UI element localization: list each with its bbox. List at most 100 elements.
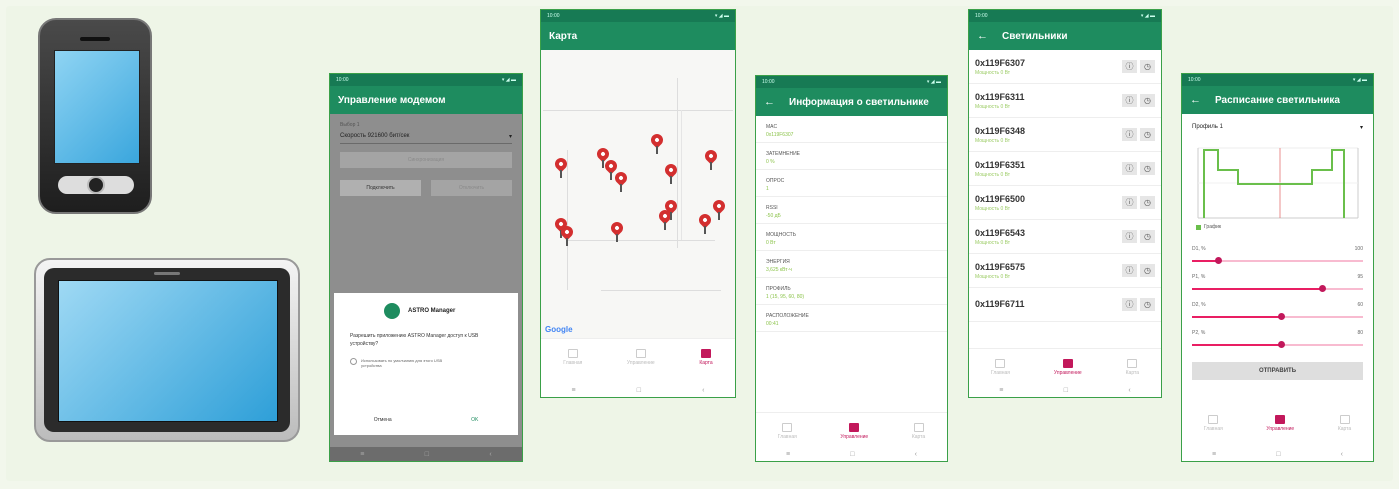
- map-road: [601, 290, 721, 291]
- luminaire-row[interactable]: 0x119F6307 Мощность 0 Вт ⓘ ◷: [969, 50, 1161, 84]
- info-button[interactable]: ⓘ: [1122, 128, 1137, 141]
- schedule-button[interactable]: ◷: [1140, 298, 1155, 311]
- status-bar: 10:00 ▾ ◢ ▬: [756, 76, 947, 88]
- luminaire-row[interactable]: 0x119F6711 ⓘ ◷: [969, 288, 1161, 322]
- map-view[interactable]: Google: [541, 50, 735, 338]
- schedule-button[interactable]: ◷: [1140, 196, 1155, 209]
- default-checkbox[interactable]: [350, 358, 357, 365]
- schedule-line: [1203, 149, 1345, 218]
- nav-map[interactable]: Карта: [1338, 414, 1351, 432]
- slider-fill: [1192, 260, 1218, 262]
- nav-home[interactable]: Главная: [991, 358, 1010, 376]
- speed-select[interactable]: Скорость 921600 бит/сек ▾: [340, 133, 512, 144]
- send-button[interactable]: ОТПРАВИТЬ: [1192, 362, 1363, 380]
- dimming-slider[interactable]: D1, % 100: [1182, 246, 1373, 268]
- phone-speaker: [80, 37, 110, 41]
- nav-home[interactable]: Главная: [1204, 414, 1223, 432]
- nav-map[interactable]: Карта: [1126, 358, 1139, 376]
- home-icon[interactable]: □: [425, 451, 429, 458]
- recent-apps-icon[interactable]: ≡: [572, 387, 576, 394]
- slider-thumb[interactable]: [1214, 257, 1222, 264]
- recent-apps-icon[interactable]: ≡: [786, 451, 790, 458]
- tablet-screen: [58, 280, 278, 422]
- info-button[interactable]: ⓘ: [1122, 298, 1137, 311]
- slider-thumb[interactable]: [1277, 313, 1285, 320]
- nav-home[interactable]: Главная: [563, 348, 583, 366]
- home-icon[interactable]: □: [637, 387, 641, 394]
- schedule-button[interactable]: ◷: [1140, 128, 1155, 141]
- back-arrow-icon[interactable]: ←: [1190, 94, 1201, 106]
- nav-label: Главная: [563, 359, 583, 366]
- slider-track[interactable]: [1192, 285, 1363, 292]
- control-icon: [849, 422, 860, 432]
- screen-luminaire-info: 10:00 ▾ ◢ ▬ ← Информация о светильнике MAC…: [755, 75, 948, 462]
- profile-select[interactable]: Профиль 1 ▾: [1182, 114, 1373, 131]
- schedule-button[interactable]: ◷: [1140, 264, 1155, 277]
- info-icon: ⓘ: [1125, 164, 1134, 173]
- sync-button[interactable]: Синхронизация: [340, 152, 512, 168]
- luminaire-row[interactable]: 0x119F6575 Мощность 0 Вт ⓘ ◷: [969, 254, 1161, 288]
- page-title: Расписание светильника: [1215, 94, 1340, 106]
- back-icon[interactable]: ‹: [1128, 387, 1130, 394]
- luminaire-id: 0x119F6543: [975, 227, 1026, 238]
- back-icon[interactable]: ‹: [702, 387, 704, 394]
- info-field: MAC 0x119F6307: [756, 116, 947, 143]
- info-button[interactable]: ⓘ: [1122, 196, 1137, 209]
- nav-home[interactable]: Главная: [778, 422, 797, 440]
- recent-apps-icon[interactable]: ≡: [999, 387, 1003, 394]
- luminaire-id: 0x119F6500: [975, 193, 1026, 204]
- info-button[interactable]: ⓘ: [1122, 264, 1137, 277]
- info-button[interactable]: ⓘ: [1122, 94, 1137, 107]
- luminaire-row[interactable]: 0x119F6351 Мощность 0 Вт ⓘ ◷: [969, 152, 1161, 186]
- schedule-button[interactable]: ◷: [1140, 162, 1155, 175]
- nav-label: Управление: [840, 433, 869, 440]
- nav-control[interactable]: Управление: [1054, 358, 1082, 376]
- disconnect-button[interactable]: Отключить: [431, 180, 512, 196]
- schedule-button[interactable]: ◷: [1140, 230, 1155, 243]
- system-navbar: ≡ □ ‹: [756, 447, 947, 461]
- connect-button[interactable]: Подключить: [340, 180, 421, 196]
- recent-apps-icon[interactable]: ≡: [360, 451, 364, 458]
- slider-thumb[interactable]: [1277, 341, 1285, 348]
- nav-map[interactable]: Карта: [911, 422, 926, 440]
- info-button[interactable]: ⓘ: [1122, 162, 1137, 175]
- nav-label: Карта: [911, 433, 926, 440]
- nav-control[interactable]: Управление: [840, 422, 869, 440]
- home-icon: [1208, 414, 1219, 424]
- back-arrow-icon[interactable]: ←: [764, 96, 775, 108]
- dimming-slider[interactable]: P1, % 95: [1182, 274, 1373, 296]
- luminaire-row[interactable]: 0x119F6500 Мощность 0 Вт ⓘ ◷: [969, 186, 1161, 220]
- slider-track[interactable]: [1192, 341, 1363, 348]
- schedule-button[interactable]: ◷: [1140, 60, 1155, 73]
- info-button[interactable]: ⓘ: [1122, 60, 1137, 73]
- home-icon[interactable]: □: [850, 451, 854, 458]
- info-field-value: 1: [766, 186, 769, 192]
- home-icon[interactable]: □: [1064, 387, 1068, 394]
- luminaire-power: Мощность 0 Вт: [975, 137, 1011, 144]
- map-pin-stem: [670, 176, 672, 184]
- ok-button[interactable]: OK: [471, 417, 478, 423]
- info-icon: ⓘ: [1125, 266, 1134, 275]
- luminaire-row[interactable]: 0x119F6311 Мощность 0 Вт ⓘ ◷: [969, 84, 1161, 118]
- dimming-slider[interactable]: P2, % 80: [1182, 330, 1373, 352]
- cancel-button[interactable]: Отмена: [374, 417, 392, 423]
- nav-control[interactable]: Управление: [627, 348, 655, 366]
- nav-control[interactable]: Управление: [1266, 414, 1294, 432]
- slider-track[interactable]: [1192, 313, 1363, 320]
- back-icon[interactable]: ‹: [489, 451, 491, 458]
- luminaire-row[interactable]: 0x119F6348 Мощность 0 Вт ⓘ ◷: [969, 118, 1161, 152]
- schedule-button[interactable]: ◷: [1140, 94, 1155, 107]
- luminaire-row[interactable]: 0x119F6543 Мощность 0 Вт ⓘ ◷: [969, 220, 1161, 254]
- back-arrow-icon[interactable]: ←: [977, 30, 988, 42]
- back-icon[interactable]: ‹: [1341, 451, 1343, 458]
- recent-apps-icon[interactable]: ≡: [1212, 451, 1216, 458]
- slider-thumb[interactable]: [1318, 285, 1326, 292]
- info-button[interactable]: ⓘ: [1122, 230, 1137, 243]
- page-title: Информация о светильнике: [789, 96, 929, 108]
- info-field: МОЩНОСТЬ 0 Вт: [756, 224, 947, 251]
- home-icon[interactable]: □: [1276, 451, 1280, 458]
- dimming-slider[interactable]: D2, % 60: [1182, 302, 1373, 324]
- back-icon[interactable]: ‹: [915, 451, 917, 458]
- nav-map[interactable]: Карта: [699, 348, 713, 366]
- slider-track[interactable]: [1192, 257, 1363, 264]
